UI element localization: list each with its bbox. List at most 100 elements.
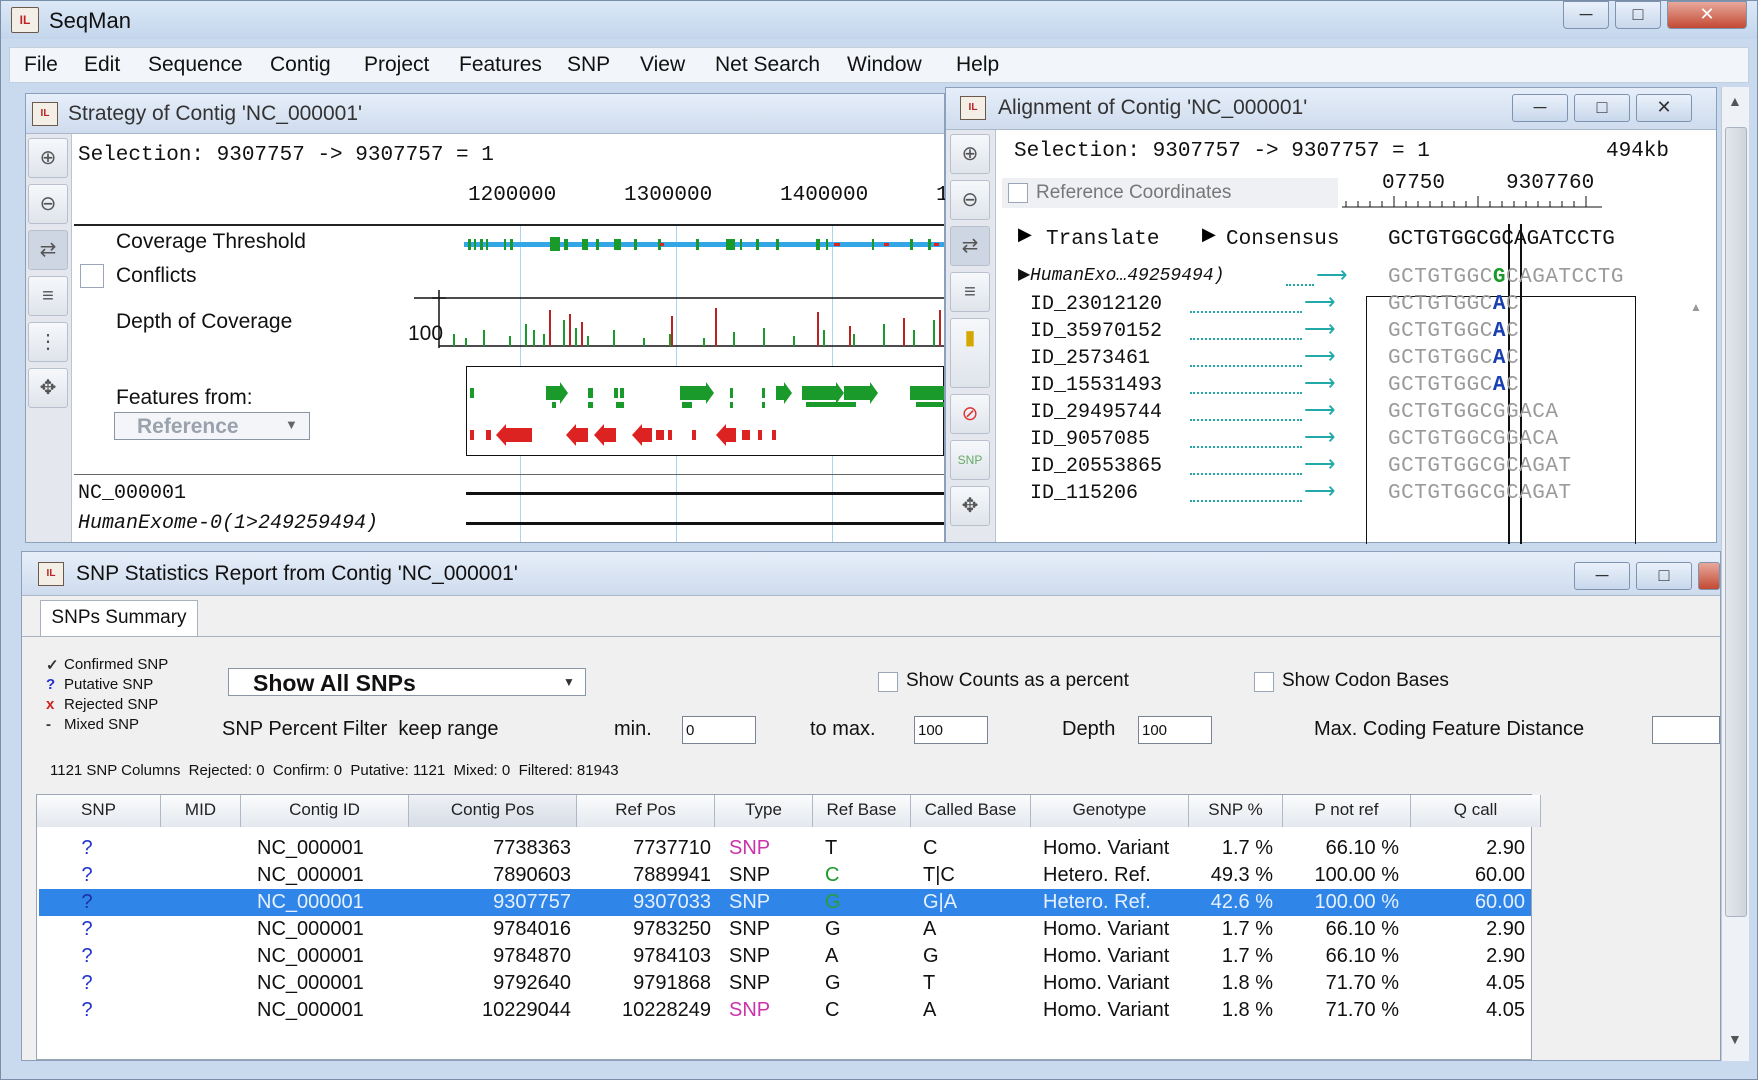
maximize-button[interactable]: □ [1615, 1, 1661, 29]
arrange-tool-icon[interactable]: ⋮ [28, 322, 68, 362]
ref-base-cell: C [825, 864, 840, 886]
menu-snp[interactable]: SNP [567, 53, 610, 77]
min-field[interactable] [682, 716, 756, 744]
column-header-ref-pos[interactable]: Ref Pos [577, 795, 715, 827]
column-header-contig-pos[interactable]: Contig Pos [409, 795, 577, 827]
minimize-button[interactable]: ─ [1563, 1, 1609, 29]
read-row[interactable]: ID_29495744 ⟶ GCTGTGGCGGACA [946, 397, 1716, 426]
coding-distance-field[interactable] [1652, 716, 1720, 744]
table-row[interactable]: ? NC_000001 9792640 9791868 SNP G T Homo. Varia… [39, 970, 1531, 997]
contig-pos-cell: 9784016 [493, 918, 571, 940]
translate-label: Translate [1046, 228, 1160, 251]
read-row[interactable]: ID_2573461 ⟶ GCTGTGGCAC [946, 343, 1716, 372]
zoom-in-icon[interactable]: ⊕ [28, 138, 68, 178]
alignment-maximize-button[interactable]: □ [1574, 94, 1630, 122]
read-sequence: GCTGTGGCGGACA [1388, 428, 1559, 451]
alignment-window: IL Alignment of Contig 'NC_000001' ─ □ ✕… [945, 87, 1717, 544]
ref-pos-cell: 9783250 [633, 918, 711, 940]
scroll-up-icon[interactable]: ▲ [1728, 93, 1742, 109]
menu-net-search[interactable]: Net Search [715, 53, 820, 77]
snp-report-close-button[interactable] [1698, 562, 1720, 590]
menu-features[interactable]: Features [459, 53, 542, 77]
menu-help[interactable]: Help [956, 53, 999, 77]
genotype-cell: Homo. Variant [1043, 945, 1170, 967]
contig-pos-cell: 10229044 [482, 999, 571, 1021]
layout-tool-icon[interactable]: ≡ [28, 276, 68, 316]
scroll-thumb[interactable] [1725, 127, 1747, 917]
zoom-out-icon[interactable]: ⊖ [28, 184, 68, 224]
read-row[interactable]: ID_115206 ⟶ GCTGTGGCGCAGAT [946, 478, 1716, 507]
expand-triangle-icon[interactable]: ▶ [1018, 224, 1032, 245]
legend-symbol: x [46, 696, 55, 713]
ref-base-cell: C [825, 999, 840, 1021]
read-arrow-icon: ⟶ [1304, 478, 1336, 503]
snp-cell: ? [81, 999, 93, 1021]
table-row[interactable]: ? NC_000001 9307757 9307033 SNP G G|A Hetero. R… [39, 889, 1531, 916]
snp-report-minimize-button[interactable]: ─ [1574, 562, 1630, 590]
conflicts-checkbox[interactable] [80, 264, 104, 288]
expand-triangle-icon[interactable]: ▶ [1202, 224, 1216, 245]
called-base-cell: G [923, 945, 939, 967]
read-arrow-icon: ⟶ [1304, 397, 1336, 422]
menu-window[interactable]: Window [847, 53, 922, 77]
main-vertical-scrollbar[interactable]: ▲ ▼ [1721, 87, 1749, 1061]
show-codon-bases-checkbox[interactable] [1254, 672, 1274, 692]
features-track [466, 366, 944, 456]
show-snps-select[interactable]: Show All SNPs ▼ [228, 668, 586, 696]
menu-contig[interactable]: Contig [270, 53, 331, 77]
read-direction-dots [1190, 345, 1302, 367]
read-row[interactable]: ID_35970152 ⟶ GCTGTGGCAC [946, 316, 1716, 345]
alignment-close-button[interactable]: ✕ [1636, 94, 1692, 122]
scroll-down-icon[interactable]: ▼ [1728, 1031, 1742, 1047]
table-row[interactable]: ? NC_000001 7738363 7737710 SNP T C Homo. Varia… [39, 835, 1531, 862]
column-header-called-base[interactable]: Called Base [911, 795, 1031, 827]
column-header-type[interactable]: Type [715, 795, 813, 827]
select-tool-icon[interactable]: ⇄ [950, 226, 990, 266]
reference-coordinates-checkbox[interactable] [1008, 183, 1028, 203]
expand-triangle-icon[interactable]: ▶ [1018, 264, 1030, 284]
column-header-ref-base[interactable]: Ref Base [813, 795, 911, 827]
table-row[interactable]: ? NC_000001 9784870 9784103 SNP A G Homo. Varia… [39, 943, 1531, 970]
read-row[interactable]: ID_9057085 ⟶ GCTGTGGCGGACA [946, 424, 1716, 453]
seqman-app-icon: IL [11, 7, 39, 33]
read-row[interactable]: ▶ HumanExo…49259494) ⟶ GCTGTGGCGCAGATCCTG [946, 262, 1716, 291]
move-tool-icon[interactable]: ✥ [28, 368, 68, 408]
menu-edit[interactable]: Edit [84, 53, 120, 77]
ref-pos-cell: 7889941 [633, 864, 711, 886]
column-header-snp[interactable]: SNP [37, 795, 161, 827]
table-row[interactable]: ? NC_000001 7890603 7889941 SNP C T|C Hetero. R… [39, 862, 1531, 889]
snp-report-body: SNPs Summary ✓ Confirmed SNP? Putative SNP… [22, 596, 1720, 1060]
table-row[interactable]: ? NC_000001 9784016 9783250 SNP G A Homo. Varia… [39, 916, 1531, 943]
select-tool-icon[interactable]: ⇄ [28, 230, 68, 270]
tab-snps-summary[interactable]: SNPs Summary [40, 600, 198, 636]
show-counts-percent-checkbox[interactable] [878, 672, 898, 692]
depth-field[interactable] [1138, 716, 1212, 744]
max-field[interactable] [914, 716, 988, 744]
menu-view[interactable]: View [640, 53, 685, 77]
read-name: ID_29495744 [1030, 401, 1163, 424]
column-header-mid[interactable]: MID [161, 795, 241, 827]
read-row[interactable]: ID_23012120 ⟶ GCTGTGGCAC [946, 289, 1716, 318]
read-name: ID_2573461 [1030, 347, 1151, 370]
called-base-cell: C [923, 837, 938, 859]
menu-sequence[interactable]: Sequence [148, 53, 243, 77]
column-header-q-call[interactable]: Q call [1411, 795, 1541, 827]
column-header-p-not-ref[interactable]: P not ref [1283, 795, 1411, 827]
menu-file[interactable]: File [24, 53, 58, 77]
zoom-in-icon[interactable]: ⊕ [950, 134, 990, 174]
column-header-genotype[interactable]: Genotype [1031, 795, 1189, 827]
snp-report-maximize-button[interactable]: □ [1636, 562, 1692, 590]
read-row[interactable]: ID_20553865 ⟶ GCTGTGGCGCAGAT [946, 451, 1716, 480]
alignment-minimize-button[interactable]: ─ [1512, 94, 1568, 122]
read-row[interactable]: ID_15531493 ⟶ GCTGTGGCAC [946, 370, 1716, 399]
column-header-snp-[interactable]: SNP % [1189, 795, 1283, 827]
close-button[interactable]: ✕ [1667, 1, 1747, 29]
column-header-contig-id[interactable]: Contig ID [241, 795, 409, 827]
genotype-cell: Homo. Variant [1043, 999, 1170, 1021]
menu-project[interactable]: Project [364, 53, 429, 77]
reference-select[interactable]: Reference ▼ [114, 412, 310, 440]
read-direction-dots [1286, 264, 1314, 286]
zoom-out-icon[interactable]: ⊖ [950, 180, 990, 220]
read-direction-dots [1190, 399, 1302, 421]
table-row[interactable]: ? NC_000001 10229044 10228249 SNP C A Homo. Var… [39, 997, 1531, 1024]
